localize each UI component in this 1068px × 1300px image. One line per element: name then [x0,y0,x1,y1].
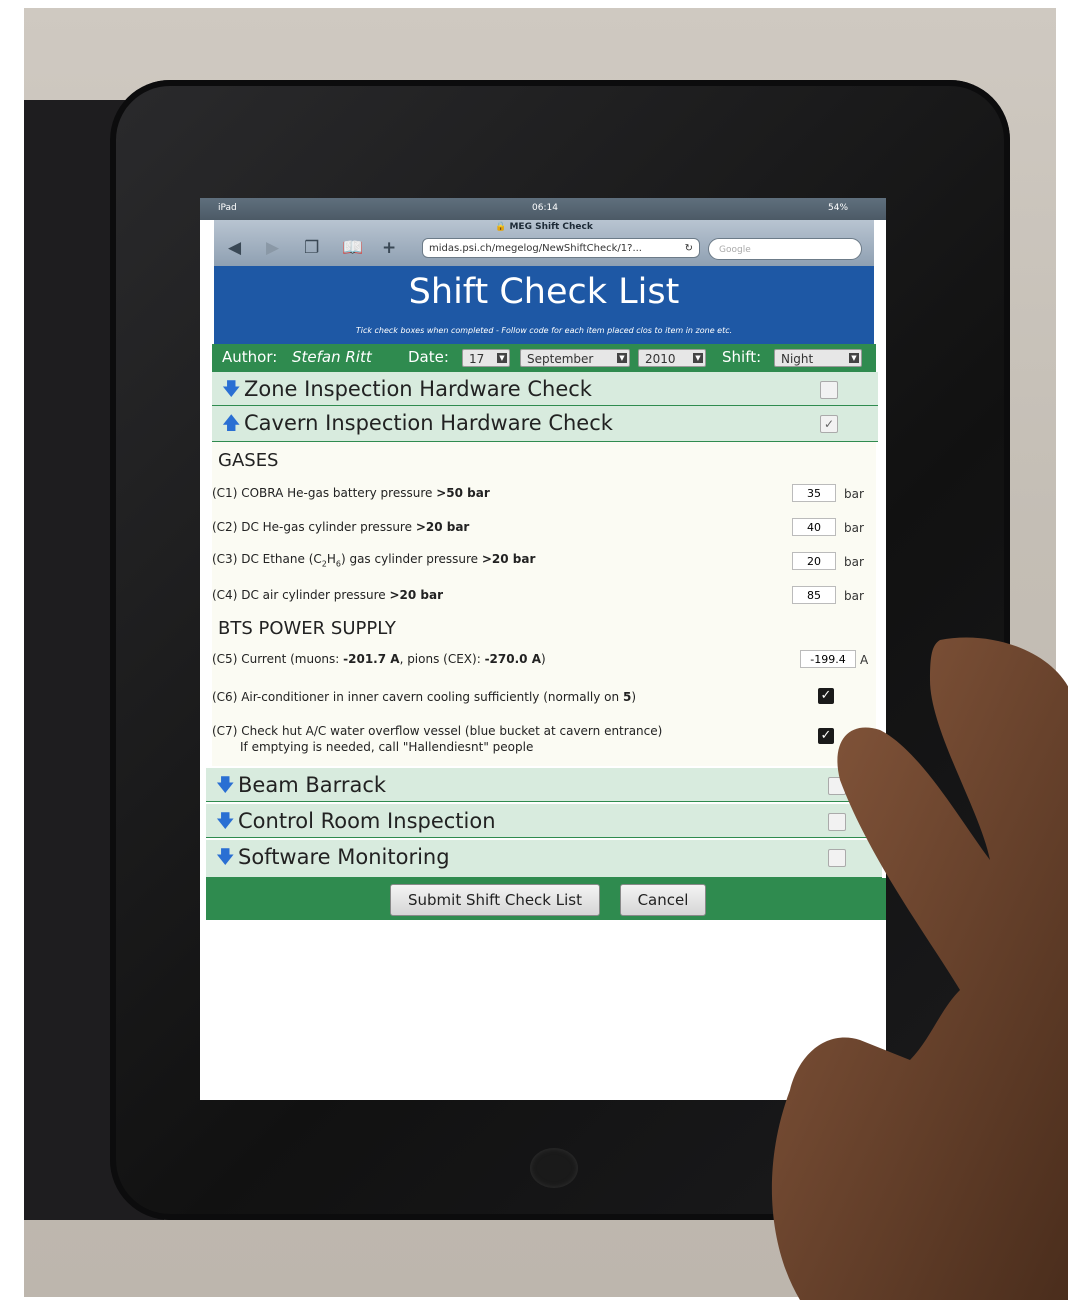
c1-value-input[interactable]: 35 [792,484,836,502]
section-zone-inspection[interactable]: 🡇 Zone Inspection Hardware Check [212,372,878,406]
item-c7-note: If emptying is needed, call "Hallendiesn… [240,740,534,754]
section-title: Software Monitoring [238,845,450,869]
author-label: Author: [222,348,278,366]
c3-value-input[interactable]: 20 [792,552,836,570]
shift-select[interactable]: Night ▼ [774,349,862,367]
c2-value-input[interactable]: 40 [792,518,836,536]
browser-toolbar: 🔒 MEG Shift Check ◀ ▶ ❐ 📖 + midas.psi.ch… [214,220,874,267]
author-name: Stefan Ritt [292,348,372,366]
status-bar: iPad 06:14 54% [200,198,886,220]
section-checkbox[interactable]: ✓ [820,415,838,433]
section-checkbox[interactable] [820,381,838,399]
c3-unit: bar [844,555,864,569]
expand-arrow-icon[interactable]: 🡇 [222,377,241,407]
expand-arrow-icon[interactable]: 🡇 [216,809,235,839]
item-c3: (C3) DC Ethane (C2H6) gas cylinder press… [212,552,536,569]
gases-heading: GASES [218,450,279,471]
shift-label: Shift: [722,348,762,366]
battery-level: 54% [828,203,849,213]
c1-unit: bar [844,487,864,501]
item-c7: (C7) Check hut A/C water overflow vessel… [212,724,663,738]
section-title: Cavern Inspection Hardware Check [244,411,613,435]
home-button[interactable] [530,1148,578,1188]
item-c4: (C4) DC air cylinder pressure >20 bar [212,588,444,602]
submit-button[interactable]: Submit Shift Check List [390,884,600,916]
collapse-arrow-icon[interactable]: 🡅 [222,411,241,441]
date-label: Date: [408,348,449,366]
cancel-button[interactable]: Cancel [620,884,706,916]
chevron-down-icon: ▼ [497,353,507,363]
c2-unit: bar [844,521,864,535]
section-title: Beam Barrack [238,773,387,797]
back-icon[interactable]: ◀ [228,238,241,258]
section-title: Control Room Inspection [238,809,496,833]
chevron-down-icon: ▼ [693,353,703,363]
c4-value-input[interactable]: 85 [792,586,836,604]
pages-icon[interactable]: ❐ [304,238,319,258]
item-c5: (C5) Current (muons: -201.7 A, pions (CE… [212,652,546,666]
author-bar: Author: Stefan Ritt Date: 17 ▼ September ▼… [212,344,876,372]
search-input[interactable]: Google [708,238,862,260]
item-c2: (C2) DC He-gas cylinder pressure >20 bar [212,520,470,534]
month-select[interactable]: September ▼ [520,349,630,367]
clock: 06:14 [532,203,558,213]
forward-icon[interactable]: ▶ [266,238,279,258]
chevron-down-icon: ▼ [849,353,859,363]
page-title: Shift Check List [408,272,680,312]
year-select[interactable]: 2010 ▼ [638,349,706,367]
hand-overlay [771,637,1068,1300]
browser-page-title: 🔒 MEG Shift Check [495,222,593,232]
add-icon[interactable]: + [382,238,396,258]
expand-arrow-icon[interactable]: 🡇 [216,773,235,803]
page-subtitle: Tick check boxes when completed - Follow… [355,326,733,335]
expand-arrow-icon[interactable]: 🡇 [216,845,235,875]
bts-heading: BTS POWER SUPPLY [218,618,396,639]
page-header: Shift Check List Tick check boxes when c… [214,266,874,344]
day-select[interactable]: 17 ▼ [462,349,510,367]
device-name: iPad [218,203,237,213]
url-field[interactable]: midas.psi.ch/megelog/NewShiftCheck/1?...… [422,238,700,258]
item-c1: (C1) COBRA He-gas battery pressure >50 b… [212,486,490,500]
reload-icon: ↻ [684,243,693,254]
section-title: Zone Inspection Hardware Check [244,377,592,401]
section-cavern-inspection[interactable]: 🡅 Cavern Inspection Hardware Check ✓ [212,406,878,442]
bookmarks-icon[interactable]: 📖 [342,238,363,258]
c4-unit: bar [844,589,864,603]
chevron-down-icon: ▼ [617,353,627,363]
item-c6: (C6) Air-conditioner in inner cavern coo… [212,690,636,704]
